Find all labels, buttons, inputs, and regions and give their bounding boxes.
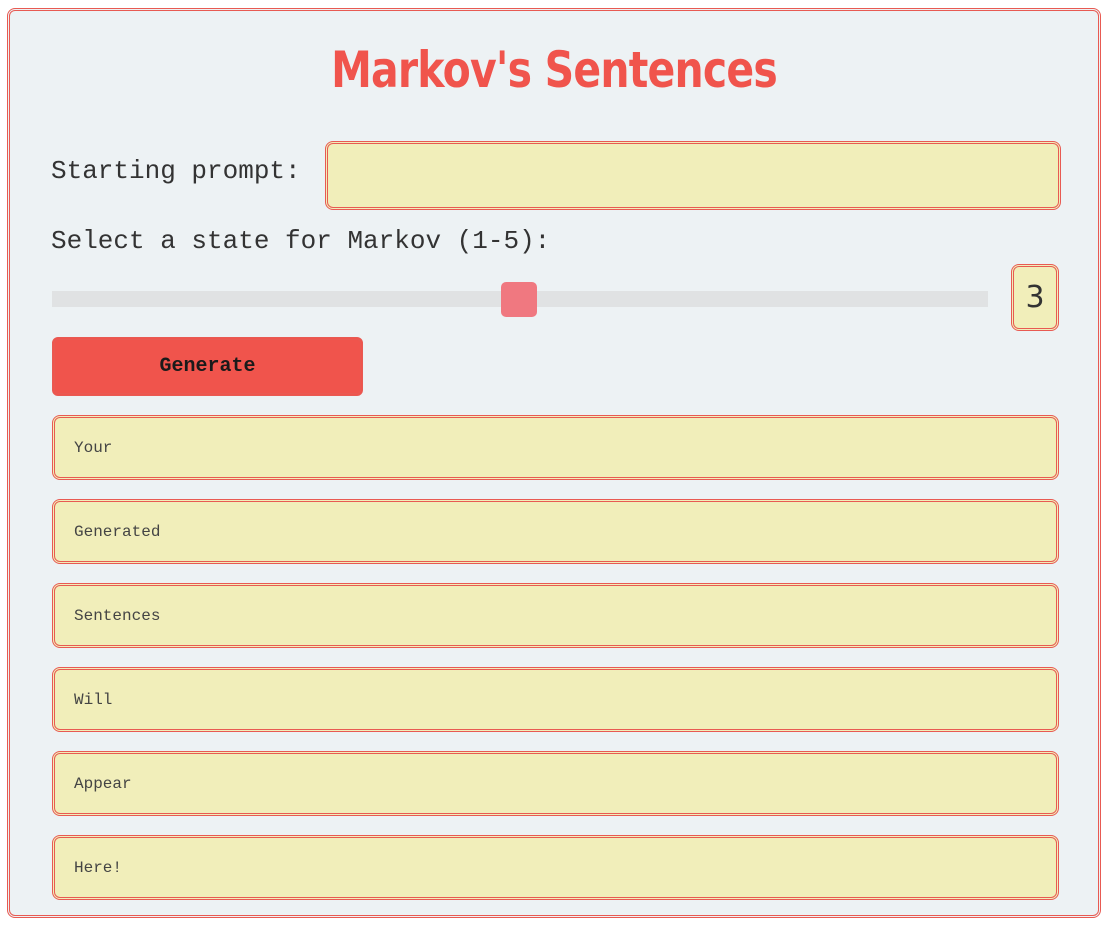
generate-button[interactable]: Generate [52, 337, 363, 396]
starting-prompt-input[interactable] [325, 141, 1061, 210]
output-sentence: Generated [52, 499, 1059, 564]
output-sentence: Sentences [52, 583, 1059, 648]
state-label: Select a state for Markov (1-5): [51, 226, 551, 256]
output-sentence: Appear [52, 751, 1059, 816]
page-title: Markov's Sentences [331, 41, 778, 99]
output-sentence: Will [52, 667, 1059, 732]
main-panel: Markov's Sentences Starting prompt: Sele… [7, 8, 1101, 918]
state-value-display: 3 [1011, 264, 1059, 331]
state-slider-thumb[interactable] [501, 282, 537, 317]
output-sentence: Your [52, 415, 1059, 480]
starting-prompt-label: Starting prompt: [51, 156, 301, 186]
output-sentence: Here! [52, 835, 1059, 900]
